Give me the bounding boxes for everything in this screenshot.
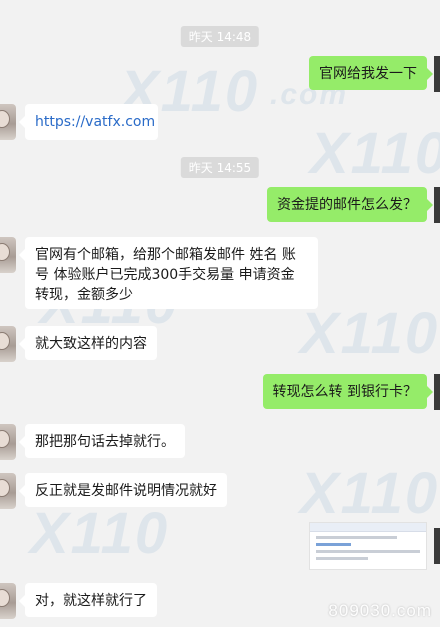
link-bubble[interactable]: https://vatfx.com xyxy=(19,104,158,140)
screenshot-text-line xyxy=(316,536,398,539)
avatar[interactable] xyxy=(0,104,16,140)
timestamp: 昨天 14:48 xyxy=(180,26,260,47)
watermark-logo: X110 xyxy=(300,461,440,526)
avatar[interactable] xyxy=(0,326,16,362)
avatar[interactable] xyxy=(0,237,16,273)
avatar[interactable] xyxy=(0,473,16,509)
avatar[interactable] xyxy=(0,583,16,619)
message-bubble[interactable]: 对，就这样就行了 xyxy=(19,583,157,617)
message-bubble[interactable]: 转现怎么转 到银行卡？ xyxy=(262,374,434,409)
avatar[interactable] xyxy=(434,56,440,92)
watermark-logo: X110 xyxy=(310,121,440,186)
message-bubble[interactable]: 反正就是发邮件说明情况就好 xyxy=(19,473,227,507)
avatar[interactable] xyxy=(434,528,440,564)
watermark-domain: 809030.com xyxy=(328,601,432,620)
message-bubble[interactable]: 资金提的邮件怎么发？ xyxy=(267,187,433,222)
image-message[interactable] xyxy=(309,522,427,570)
screenshot-text-line xyxy=(316,557,369,560)
message-bubble[interactable]: 那把那句话去掉就行。 xyxy=(19,424,185,458)
message-bubble[interactable]: 官网有个邮箱，给那个邮箱发邮件 姓名 账号 体验账户已完成300手交易量 申请资… xyxy=(19,237,318,309)
message-bubble[interactable]: 官网给我发一下 xyxy=(309,56,433,90)
screenshot-header xyxy=(310,523,426,532)
timestamp: 昨天 14:55 xyxy=(180,157,260,178)
avatar[interactable] xyxy=(434,374,440,410)
screenshot-text-line xyxy=(316,550,420,553)
screenshot-link-line xyxy=(316,543,351,546)
message-bubble[interactable]: 就大致这样的内容 xyxy=(19,326,157,360)
watermark-logo: X110 xyxy=(30,501,170,566)
watermark-logo: X110 xyxy=(300,301,440,366)
avatar[interactable] xyxy=(0,424,16,460)
avatar[interactable] xyxy=(434,187,440,223)
